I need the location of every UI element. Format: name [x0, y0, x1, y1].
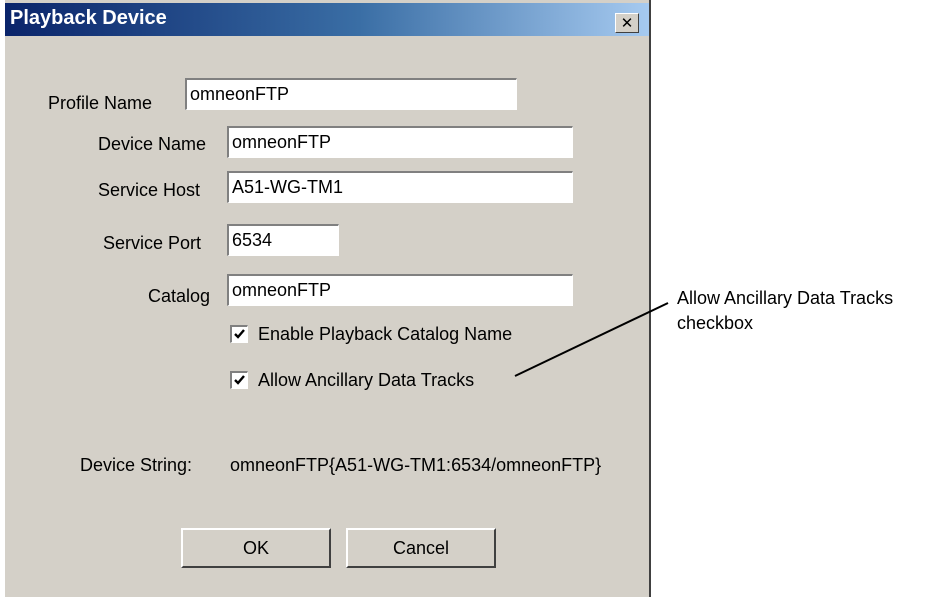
callout-annotation: Allow Ancillary Data Tracks checkbox	[677, 286, 893, 336]
callout-line-2: checkbox	[677, 313, 754, 333]
callout-line-1: Allow Ancillary Data Tracks	[677, 288, 894, 308]
